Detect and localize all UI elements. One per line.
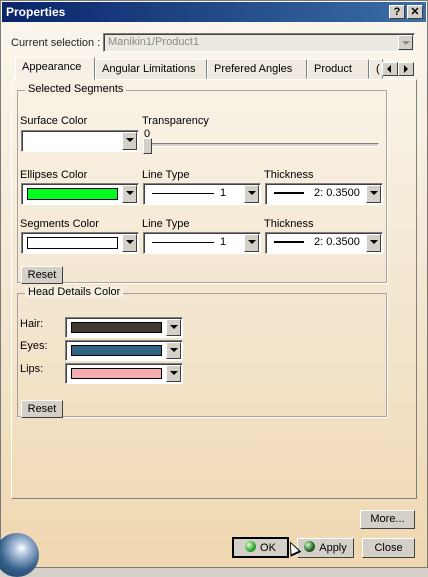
tab-label: ( [376,63,380,75]
head-details-group: Head Details Color Hair: Eyes: Lips: Res… [17,286,387,418]
selected-segments-group: Selected Segments Surface Color Transpar… [17,83,387,284]
segments-thickness-combo[interactable]: 2: 0.3500 [265,232,383,254]
more-button[interactable]: More... [360,510,415,529]
line-sample [152,193,214,194]
chevron-down-icon [122,132,137,150]
chevron-down-icon [366,185,381,203]
lips-color-swatch [71,368,162,379]
eyes-label: Eyes: [20,340,48,352]
ok-button[interactable]: OK [232,537,289,558]
transparency-label: Transparency [142,115,209,127]
segments-color-label: Segments Color [20,218,99,230]
eyes-color-swatch [71,345,162,356]
lips-label: Lips: [20,363,44,375]
segments-line-type-value: 1 [220,236,227,248]
hair-color-combo[interactable] [65,317,183,338]
tab-scroll-left-icon[interactable] [382,62,398,76]
segments-color-swatch [27,237,118,249]
tab-product[interactable]: Product [307,59,369,79]
help-button[interactable]: ? [389,5,405,19]
segments-thickness-value: 2: 0.3500 [314,236,360,248]
tab-appearance[interactable]: Appearance [15,57,95,80]
thickness-sample [274,241,304,243]
tab-label: Prefered Angles [214,63,293,75]
segments-line-type-combo[interactable]: 1 [143,232,261,254]
selected-segments-legend: Selected Segments [25,83,127,95]
transparency-slider-track[interactable] [147,143,379,147]
apply-label: Apply [319,542,347,554]
eyes-color-combo[interactable] [65,340,183,361]
title-bar: Properties ? ✕ [2,2,426,22]
ellipses-color-combo[interactable] [21,183,139,205]
apply-button[interactable]: Apply [297,538,354,558]
lips-color-combo[interactable] [65,363,183,384]
transparency-slider-thumb[interactable] [143,138,152,154]
app-logo-sphere-icon [0,533,39,577]
ellipses-thickness-combo[interactable]: 2: 0.3500 [265,183,383,205]
chevron-down-icon [366,234,381,252]
chevron-down-icon [166,342,181,359]
chevron-down-icon [122,185,137,203]
chevron-down-icon [166,365,181,382]
ok-label: OK [260,542,276,554]
thickness-sample [274,192,304,194]
ellipses-line-type-label: Line Type [142,169,190,181]
tab-overflow[interactable]: ( [369,59,383,79]
ellipses-color-swatch [27,188,118,200]
properties-dialog: Properties ? ✕ Current selection : Manik… [0,0,428,577]
apply-orb-icon [304,541,316,552]
surface-color-label: Surface Color [20,115,88,127]
tab-scroll-right-icon[interactable] [398,62,414,76]
surface-color-combo[interactable] [21,130,139,152]
ellipses-line-type-combo[interactable]: 1 [143,183,261,205]
segments-color-combo[interactable] [21,232,139,254]
tab-label: Angular Limitations [102,63,196,75]
hair-label: Hair: [20,318,44,330]
tab-angular-limitations[interactable]: Angular Limitations [95,59,207,79]
chevron-down-icon [244,185,259,203]
tab-prefered-angles[interactable]: Prefered Angles [207,59,307,79]
head-details-legend: Head Details Color [25,286,124,298]
head-details-reset-button[interactable]: Reset [21,400,63,418]
appearance-panel: Selected Segments Surface Color Transpar… [11,79,417,499]
tab-label: Appearance [22,61,82,73]
ok-orb-icon [245,541,257,552]
chevron-down-icon [244,234,259,252]
chevron-down-icon [122,234,137,252]
current-selection-combo[interactable]: Manikin1/Product1 [103,33,415,52]
dialog-title: Properties [6,5,66,19]
line-sample [152,242,214,243]
surface-color-swatch [27,135,118,147]
close-button[interactable]: Close [362,538,415,558]
ellipses-color-label: Ellipses Color [20,169,88,181]
hair-color-swatch [71,322,162,333]
current-selection-value: Manikin1/Product1 [108,36,200,48]
close-window-button[interactable]: ✕ [407,5,423,19]
chevron-down-icon [398,35,413,50]
segments-line-type-label: Line Type [142,218,190,230]
ellipses-thickness-label: Thickness [264,169,314,181]
current-selection-label: Current selection : [11,37,101,49]
selected-segments-reset-button[interactable]: Reset [21,266,63,284]
chevron-down-icon [166,319,181,336]
ellipses-line-type-value: 1 [220,187,227,199]
segments-thickness-label: Thickness [264,218,314,230]
ellipses-thickness-value: 2: 0.3500 [314,187,360,199]
tab-label: Product [314,63,352,75]
